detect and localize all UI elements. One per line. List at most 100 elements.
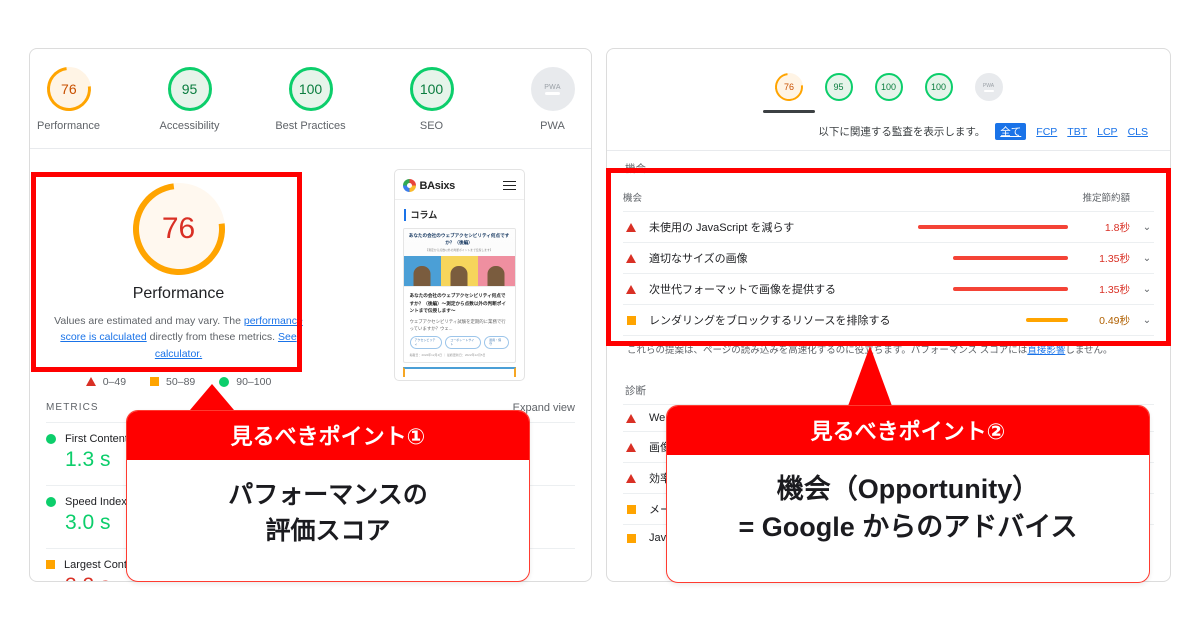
gauge-score: 76 bbox=[783, 81, 794, 92]
preview-section-heading: コラム bbox=[395, 200, 524, 225]
opportunity-bar-wrap bbox=[758, 256, 1076, 260]
opportunity-savings: 1.35秒 bbox=[1099, 283, 1130, 296]
gauge-pwa-compact[interactable]: PWA bbox=[974, 73, 1003, 113]
gauge-score: 100 bbox=[930, 82, 947, 92]
score-gauges-row-compact: 76 95 100 100 PWA bbox=[607, 49, 1170, 113]
callout-2-line-1: 機会（Opportunity） bbox=[776, 474, 1040, 504]
opportunity-bar-wrap bbox=[846, 287, 1076, 291]
gauge-best-practices[interactable]: 100 Best Practices bbox=[272, 67, 349, 132]
pwa-label-icon: PWA bbox=[544, 83, 561, 91]
filter-chip-cls[interactable]: CLS bbox=[1128, 126, 1148, 138]
performance-title: Performance bbox=[132, 285, 225, 302]
pwa-dash-icon bbox=[545, 91, 560, 95]
preview-tag: 運用・保守 bbox=[484, 335, 509, 349]
performance-overview: 76 Performance Values are estimated and … bbox=[30, 149, 591, 388]
heading-accent-bar bbox=[403, 208, 406, 221]
chevron-down-icon[interactable]: ⌄ bbox=[1140, 253, 1154, 264]
opportunities-col-savings: 推定節約額 bbox=[1082, 193, 1130, 204]
preview-tag: コーポレートサイト bbox=[445, 335, 482, 349]
metric-name: Speed Index bbox=[65, 495, 127, 508]
opportunity-bar-wrap bbox=[804, 225, 1076, 229]
square-orange-icon bbox=[623, 315, 639, 325]
gauge-ring-pwa-compact: PWA bbox=[974, 73, 1003, 101]
preview-section-title: コラム bbox=[410, 210, 438, 220]
table-row[interactable]: 次世代フォーマットで画像を提供する 1.35秒 ⌄ bbox=[623, 273, 1154, 304]
gauge-ring-seo-compact: 100 bbox=[924, 73, 953, 101]
callout-1-line-2: 評価スコア bbox=[265, 516, 391, 545]
gauge-performance[interactable]: 76 Performance bbox=[30, 58, 107, 132]
gauge-accessibility[interactable]: 95 Accessibility bbox=[151, 67, 228, 132]
callout-point-2: 見るべきポイント② 機会（Opportunity） = Google からのアド… bbox=[666, 405, 1150, 583]
square-orange-icon bbox=[46, 560, 55, 570]
opportunity-bar bbox=[1026, 318, 1068, 322]
gauge-label-pwa: PWA bbox=[540, 120, 565, 132]
opportunity-name: レンダリングをブロックするリソースを排除する bbox=[649, 315, 891, 327]
hamburger-menu-icon bbox=[502, 180, 516, 191]
opportunity-bar bbox=[953, 287, 1068, 291]
page-preview-block: BAsixs コラム あなたの会社のウェブアクセシビリティ何点ですか？（後編） … bbox=[327, 163, 591, 388]
triangle-red-icon bbox=[623, 222, 639, 232]
gauge-pwa[interactable]: PWA PWA bbox=[514, 67, 591, 132]
gauge-ring-performance-compact: 76 bbox=[768, 67, 809, 107]
gauge-label-performance: Performance bbox=[37, 120, 100, 132]
perf-desc-part2: directly from these metrics. bbox=[146, 331, 278, 344]
filter-chip-fcp[interactable]: FCP bbox=[1036, 126, 1057, 138]
square-orange-icon bbox=[623, 504, 639, 514]
triangle-red-icon bbox=[623, 413, 639, 423]
table-row[interactable]: レンダリングをブロックするリソースを排除する 0.49秒 ⌄ bbox=[623, 304, 1154, 335]
opportunity-name: 未使用の JavaScript を減らす bbox=[649, 222, 795, 234]
triangle-red-icon bbox=[623, 473, 639, 483]
filter-chip-lcp[interactable]: LCP bbox=[1097, 126, 1117, 138]
preview-article-thumbnail: あなたの会社のウェブアクセシビリティ何点ですか？（後編） 【測定から点数以外の判… bbox=[403, 229, 515, 287]
gauge-accessibility-compact[interactable]: 95 bbox=[824, 73, 853, 113]
preview-tag: アクセシビリティ bbox=[409, 335, 443, 349]
table-row[interactable]: 未使用の JavaScript を減らす 1.8秒 ⌄ bbox=[623, 211, 1154, 242]
chevron-down-icon[interactable]: ⌄ bbox=[1140, 284, 1154, 295]
gauge-seo[interactable]: 100 SEO bbox=[393, 67, 470, 132]
preview-card-title: あなたの会社のウェブアクセシビリティ何点ですか？（後編）～測定から点数以外の判断… bbox=[409, 293, 506, 314]
brand-mark-icon bbox=[402, 179, 416, 192]
opportunity-savings: 1.35秒 bbox=[1099, 252, 1130, 265]
gauge-score-best-practices: 100 bbox=[298, 81, 323, 97]
chevron-down-icon[interactable]: ⌄ bbox=[1140, 222, 1154, 233]
gauge-label-accessibility: Accessibility bbox=[159, 120, 220, 132]
preview-card-tags: アクセシビリティ コーポレートサイト 運用・保守 bbox=[404, 335, 515, 353]
gauge-performance-compact[interactable]: 76 bbox=[762, 67, 815, 113]
gauge-score-accessibility: 95 bbox=[181, 81, 198, 97]
score-gauges-row: 76 Performance 95 Accessibility 100 Best… bbox=[30, 49, 591, 132]
opportunity-savings: 0.49秒 bbox=[1099, 314, 1130, 327]
opportunity-name: 次世代フォーマットで画像を提供する bbox=[649, 284, 836, 296]
chevron-down-icon[interactable]: ⌄ bbox=[1140, 315, 1154, 326]
triangle-red-icon bbox=[623, 284, 639, 294]
callout-2-body: 機会（Opportunity） = Google からのアドバイス bbox=[667, 455, 1149, 547]
audit-filter-row: 以下に関連する監査を表示します。 全て FCP TBT LCP CLS bbox=[607, 113, 1170, 151]
gauge-score-seo: 100 bbox=[419, 81, 444, 97]
preview-people-photo bbox=[403, 256, 515, 286]
performance-description: Values are estimated and may vary. The p… bbox=[44, 313, 313, 362]
table-row[interactable]: 適切なサイズの画像 1.35秒 ⌄ bbox=[623, 242, 1154, 273]
filter-chip-tbt[interactable]: TBT bbox=[1067, 126, 1087, 138]
callout-1-heading: 見るべきポイント① bbox=[127, 411, 529, 460]
preview-article-card: あなたの会社のウェブアクセシビリティ何点ですか？（後編） 【測定から点数以外の判… bbox=[402, 228, 516, 363]
filter-chip-all[interactable]: 全て bbox=[995, 123, 1027, 140]
direct-impact-link[interactable]: 直接影響 bbox=[1027, 345, 1065, 356]
gauge-seo-compact[interactable]: 100 bbox=[924, 73, 953, 113]
gauge-ring-accessibility: 95 bbox=[167, 67, 212, 111]
opportunity-bar-wrap bbox=[900, 318, 1076, 322]
callout-1-line-1: パフォーマンスの bbox=[228, 481, 428, 509]
legend-item-average: 50–89 bbox=[150, 376, 195, 388]
gauge-ring-best-practices: 100 bbox=[288, 67, 333, 111]
gauge-best-practices-compact[interactable]: 100 bbox=[874, 73, 903, 113]
filter-note: 以下に関連する監査を表示します。 bbox=[818, 126, 986, 138]
gauge-ring-accessibility-compact: 95 bbox=[824, 73, 853, 101]
legend-range-poor: 0–49 bbox=[102, 375, 127, 388]
triangle-red-icon bbox=[623, 253, 639, 263]
opportunity-name: 適切なサイズの画像 bbox=[649, 253, 748, 265]
square-orange-icon bbox=[623, 533, 639, 543]
score-legend: 0–49 50–89 90–100 bbox=[44, 376, 313, 388]
opportunity-savings: 1.8秒 bbox=[1104, 221, 1130, 234]
circle-green-icon bbox=[46, 496, 56, 507]
square-orange-icon bbox=[150, 377, 160, 387]
pwa-label-icon: PWA bbox=[982, 82, 995, 89]
triangle-red-icon bbox=[85, 377, 96, 387]
